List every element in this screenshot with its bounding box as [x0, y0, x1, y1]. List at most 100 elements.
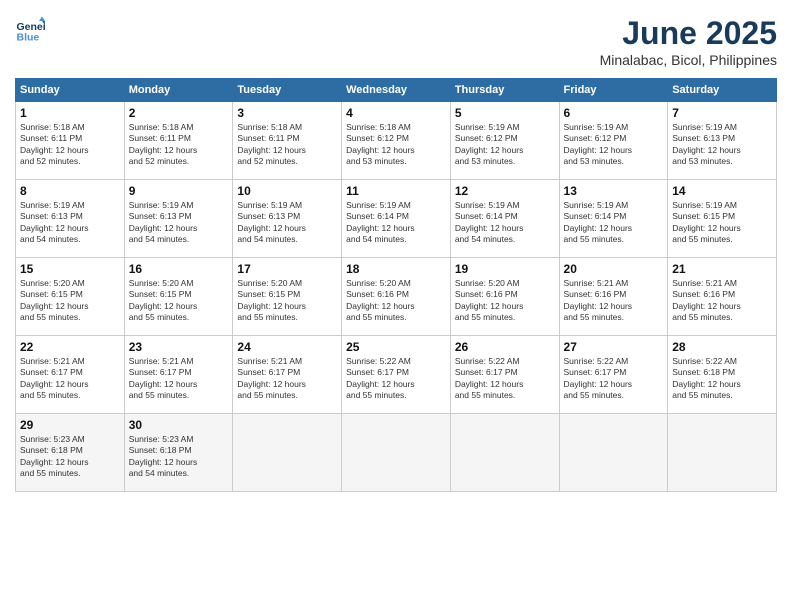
table-row — [342, 414, 451, 492]
day-number: 2 — [129, 106, 229, 120]
calendar-week-row: 8Sunrise: 5:19 AM Sunset: 6:13 PM Daylig… — [16, 180, 777, 258]
day-number: 7 — [672, 106, 772, 120]
day-info: Sunrise: 5:19 AM Sunset: 6:14 PM Dayligh… — [455, 200, 555, 246]
col-friday: Friday — [559, 79, 668, 102]
day-info: Sunrise: 5:22 AM Sunset: 6:17 PM Dayligh… — [564, 356, 664, 402]
header: General Blue June 2025 Minalabac, Bicol,… — [15, 15, 777, 68]
day-number: 9 — [129, 184, 229, 198]
day-number: 26 — [455, 340, 555, 354]
table-row: 22 Sunrise: 5:21 AM Sunset: 6:17 PM Dayli… — [16, 336, 125, 414]
table-row: 21 Sunrise: 5:21 AM Sunset: 6:16 PM Dayli… — [668, 258, 777, 336]
page: General Blue June 2025 Minalabac, Bicol,… — [0, 0, 792, 612]
table-row: 5 Sunrise: 5:19 AM Sunset: 6:12 PM Daylig… — [450, 102, 559, 180]
day-number: 27 — [564, 340, 664, 354]
day-number: 21 — [672, 262, 772, 276]
day-info: Sunrise: 5:20 AM Sunset: 6:15 PM Dayligh… — [129, 278, 229, 324]
calendar-week-row: 22 Sunrise: 5:21 AM Sunset: 6:17 PM Dayli… — [16, 336, 777, 414]
table-row — [233, 414, 342, 492]
day-number: 19 — [455, 262, 555, 276]
day-info: Sunrise: 5:21 AM Sunset: 6:17 PM Dayligh… — [237, 356, 337, 402]
day-number: 24 — [237, 340, 337, 354]
table-row: 25Sunrise: 5:22 AM Sunset: 6:17 PM Dayli… — [342, 336, 451, 414]
day-number: 13 — [564, 184, 664, 198]
day-number: 17 — [237, 262, 337, 276]
calendar-week-row: 15 Sunrise: 5:20 AM Sunset: 6:15 PM Dayli… — [16, 258, 777, 336]
day-info: Sunrise: 5:22 AM Sunset: 6:17 PM Dayligh… — [455, 356, 555, 402]
table-row: 24 Sunrise: 5:21 AM Sunset: 6:17 PM Dayli… — [233, 336, 342, 414]
table-row: 14Sunrise: 5:19 AM Sunset: 6:15 PM Dayli… — [668, 180, 777, 258]
day-info: Sunrise: 5:20 AM Sunset: 6:15 PM Dayligh… — [20, 278, 120, 324]
day-info: Sunrise: 5:21 AM Sunset: 6:16 PM Dayligh… — [672, 278, 772, 324]
table-row — [559, 414, 668, 492]
day-info: Sunrise: 5:18 AM Sunset: 6:12 PM Dayligh… — [346, 122, 446, 168]
title-block: June 2025 Minalabac, Bicol, Philippines — [600, 15, 777, 68]
day-info: Sunrise: 5:19 AM Sunset: 6:14 PM Dayligh… — [564, 200, 664, 246]
day-info: Sunrise: 5:21 AM Sunset: 6:17 PM Dayligh… — [20, 356, 120, 402]
day-info: Sunrise: 5:20 AM Sunset: 6:15 PM Dayligh… — [237, 278, 337, 324]
table-row: 16 Sunrise: 5:20 AM Sunset: 6:15 PM Dayli… — [124, 258, 233, 336]
table-row: 7 Sunrise: 5:19 AM Sunset: 6:13 PM Daylig… — [668, 102, 777, 180]
table-row: 9 Sunrise: 5:19 AM Sunset: 6:13 PM Daylig… — [124, 180, 233, 258]
day-info: Sunrise: 5:19 AM Sunset: 6:13 PM Dayligh… — [237, 200, 337, 246]
day-info: Sunrise: 5:19 AM Sunset: 6:13 PM Dayligh… — [20, 200, 120, 246]
table-row: 3Sunrise: 5:18 AM Sunset: 6:11 PM Daylig… — [233, 102, 342, 180]
table-row: 30 Sunrise: 5:23 AM Sunset: 6:18 PM Dayli… — [124, 414, 233, 492]
day-info: Sunrise: 5:18 AM Sunset: 6:11 PM Dayligh… — [20, 122, 120, 168]
day-info: Sunrise: 5:21 AM Sunset: 6:17 PM Dayligh… — [129, 356, 229, 402]
table-row: 2 Sunrise: 5:18 AM Sunset: 6:11 PM Daylig… — [124, 102, 233, 180]
col-monday: Monday — [124, 79, 233, 102]
col-wednesday: Wednesday — [342, 79, 451, 102]
day-info: Sunrise: 5:23 AM Sunset: 6:18 PM Dayligh… — [129, 434, 229, 480]
table-row: 15 Sunrise: 5:20 AM Sunset: 6:15 PM Dayli… — [16, 258, 125, 336]
day-number: 4 — [346, 106, 446, 120]
col-thursday: Thursday — [450, 79, 559, 102]
table-row: 4 Sunrise: 5:18 AM Sunset: 6:12 PM Daylig… — [342, 102, 451, 180]
table-row: 23Sunrise: 5:21 AM Sunset: 6:17 PM Dayli… — [124, 336, 233, 414]
calendar-week-row: 29 Sunrise: 5:23 AM Sunset: 6:18 PM Dayli… — [16, 414, 777, 492]
table-row: 1Sunrise: 5:18 AM Sunset: 6:11 PM Daylig… — [16, 102, 125, 180]
day-info: Sunrise: 5:19 AM Sunset: 6:12 PM Dayligh… — [564, 122, 664, 168]
col-sunday: Sunday — [16, 79, 125, 102]
day-info: Sunrise: 5:22 AM Sunset: 6:17 PM Dayligh… — [346, 356, 446, 402]
calendar-header-row: Sunday Monday Tuesday Wednesday Thursday… — [16, 79, 777, 102]
table-row — [450, 414, 559, 492]
calendar-week-row: 1Sunrise: 5:18 AM Sunset: 6:11 PM Daylig… — [16, 102, 777, 180]
day-info: Sunrise: 5:20 AM Sunset: 6:16 PM Dayligh… — [346, 278, 446, 324]
table-row: 12 Sunrise: 5:19 AM Sunset: 6:14 PM Dayli… — [450, 180, 559, 258]
day-number: 22 — [20, 340, 120, 354]
table-row: 29 Sunrise: 5:23 AM Sunset: 6:18 PM Dayli… — [16, 414, 125, 492]
table-row: 27 Sunrise: 5:22 AM Sunset: 6:17 PM Dayli… — [559, 336, 668, 414]
day-info: Sunrise: 5:19 AM Sunset: 6:13 PM Dayligh… — [129, 200, 229, 246]
day-info: Sunrise: 5:22 AM Sunset: 6:18 PM Dayligh… — [672, 356, 772, 402]
table-row: 8Sunrise: 5:19 AM Sunset: 6:13 PM Daylig… — [16, 180, 125, 258]
day-number: 29 — [20, 418, 120, 432]
day-number: 12 — [455, 184, 555, 198]
table-row: 11Sunrise: 5:19 AM Sunset: 6:14 PM Dayli… — [342, 180, 451, 258]
table-row: 10Sunrise: 5:19 AM Sunset: 6:13 PM Dayli… — [233, 180, 342, 258]
day-info: Sunrise: 5:18 AM Sunset: 6:11 PM Dayligh… — [129, 122, 229, 168]
day-number: 16 — [129, 262, 229, 276]
day-number: 18 — [346, 262, 446, 276]
day-number: 28 — [672, 340, 772, 354]
table-row: 20Sunrise: 5:21 AM Sunset: 6:16 PM Dayli… — [559, 258, 668, 336]
day-number: 11 — [346, 184, 446, 198]
svg-text:Blue: Blue — [17, 32, 40, 44]
day-info: Sunrise: 5:18 AM Sunset: 6:11 PM Dayligh… — [237, 122, 337, 168]
table-row: 13 Sunrise: 5:19 AM Sunset: 6:14 PM Dayli… — [559, 180, 668, 258]
day-number: 30 — [129, 418, 229, 432]
day-number: 20 — [564, 262, 664, 276]
day-info: Sunrise: 5:19 AM Sunset: 6:13 PM Dayligh… — [672, 122, 772, 168]
table-row: 18 Sunrise: 5:20 AM Sunset: 6:16 PM Dayli… — [342, 258, 451, 336]
day-number: 15 — [20, 262, 120, 276]
day-info: Sunrise: 5:19 AM Sunset: 6:12 PM Dayligh… — [455, 122, 555, 168]
day-info: Sunrise: 5:20 AM Sunset: 6:16 PM Dayligh… — [455, 278, 555, 324]
day-number: 14 — [672, 184, 772, 198]
day-info: Sunrise: 5:23 AM Sunset: 6:18 PM Dayligh… — [20, 434, 120, 480]
calendar-table: Sunday Monday Tuesday Wednesday Thursday… — [15, 78, 777, 492]
col-saturday: Saturday — [668, 79, 777, 102]
table-row — [668, 414, 777, 492]
col-tuesday: Tuesday — [233, 79, 342, 102]
calendar-title: June 2025 — [600, 15, 777, 52]
table-row: 6Sunrise: 5:19 AM Sunset: 6:12 PM Daylig… — [559, 102, 668, 180]
day-number: 5 — [455, 106, 555, 120]
